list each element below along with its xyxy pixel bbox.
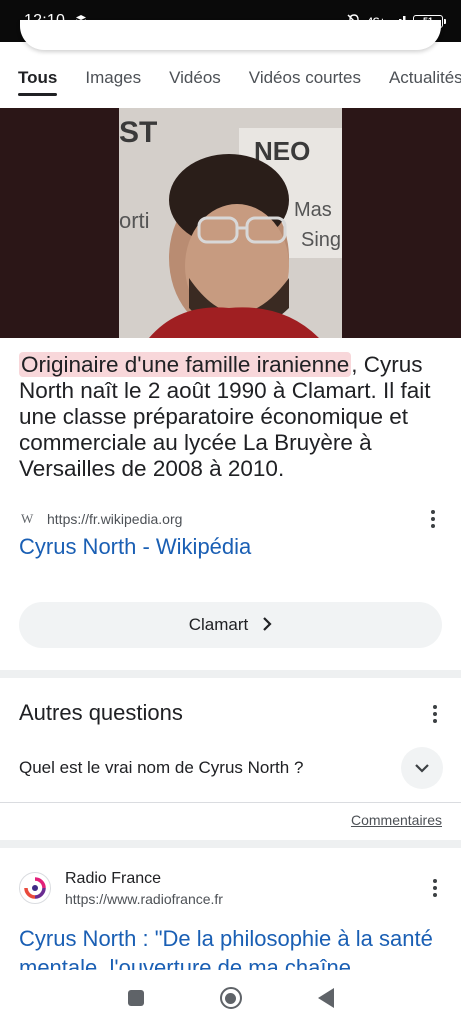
radiofrance-result-link[interactable]: Cyrus North : "De la philosophie à la sa…	[19, 924, 449, 970]
svg-text:Mas: Mas	[294, 199, 332, 221]
question-item[interactable]: Quel est le vrai nom de Cyrus North ?	[19, 747, 443, 789]
svg-text:ST: ST	[119, 116, 157, 149]
wikipedia-icon: W	[21, 511, 34, 526]
person-photo: NEO Mas Sing ST orti	[119, 108, 342, 338]
featured-source[interactable]: W https://fr.wikipedia.org	[21, 508, 441, 530]
chevron-right-icon	[262, 615, 272, 636]
tab-videos-courtes[interactable]: Vidéos courtes	[235, 58, 375, 98]
related-questions-title: Autres questions	[19, 700, 183, 725]
result-image[interactable]: NEO Mas Sing ST orti	[0, 108, 461, 338]
chevron-down-icon	[415, 763, 429, 773]
svg-text:Sing: Sing	[301, 229, 341, 251]
tab-tous[interactable]: Tous	[0, 58, 71, 98]
back-icon[interactable]	[317, 988, 334, 1008]
section-divider	[0, 840, 461, 848]
more-options-icon[interactable]	[427, 705, 443, 723]
expand-chevron-button[interactable]	[401, 747, 443, 789]
radiofrance-source[interactable]: Radio France https://www.radiofrance.fr	[19, 868, 443, 908]
featured-snippet-text: Originaire d'une famille iranienne, Cyru…	[19, 352, 443, 482]
svg-text:orti: orti	[119, 208, 150, 233]
clamart-chip-button[interactable]: Clamart	[19, 602, 442, 648]
tab-images[interactable]: Images	[71, 58, 155, 98]
search-tabs: Tous Images Vidéos Vidéos courtes Actual…	[0, 58, 461, 102]
recent-apps-icon[interactable]	[127, 990, 144, 1006]
tab-videos[interactable]: Vidéos	[155, 58, 235, 98]
more-options-icon[interactable]	[427, 879, 443, 897]
divider	[0, 802, 461, 803]
snippet-highlight: Originaire d'une famille iranienne	[19, 352, 352, 377]
tab-actualites[interactable]: Actualités	[375, 58, 461, 98]
feedback-link[interactable]: Commentaires	[351, 812, 442, 828]
question-text: Quel est le vrai nom de Cyrus North ?	[19, 758, 304, 777]
home-icon[interactable]	[219, 987, 242, 1009]
system-navigation-bar	[0, 972, 461, 1024]
search-bar[interactable]	[20, 20, 441, 50]
more-options-icon[interactable]	[425, 510, 441, 528]
chip-label: Clamart	[188, 615, 249, 634]
site-url: https://www.radiofrance.fr	[65, 890, 223, 907]
site-name: Radio France	[65, 869, 162, 887]
source-url: https://fr.wikipedia.org	[47, 511, 183, 527]
wikipedia-result-link[interactable]: Cyrus North - Wikipédia	[19, 534, 251, 560]
svg-text:NEO: NEO	[254, 136, 310, 166]
radio-france-logo-icon	[19, 872, 51, 904]
section-divider	[0, 670, 461, 678]
